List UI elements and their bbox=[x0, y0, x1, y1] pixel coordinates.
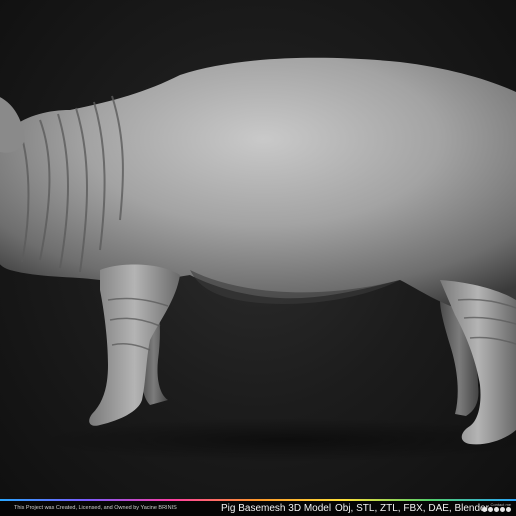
ground-shadow bbox=[40, 418, 516, 462]
behance-icon[interactable] bbox=[488, 507, 493, 512]
instagram-icon[interactable] bbox=[482, 507, 487, 512]
file-formats: Obj, STL, ZTL, FBX, DAE, Blender bbox=[335, 503, 489, 514]
footer-color-stripe bbox=[0, 499, 516, 501]
social-links: Contact me bbox=[477, 502, 511, 515]
render-canvas: This Project was Created, Licensed, and … bbox=[0, 0, 516, 516]
artstation-icon[interactable] bbox=[494, 507, 499, 512]
footer-bar: This Project was Created, Licensed, and … bbox=[0, 499, 516, 516]
youtube-icon[interactable] bbox=[506, 507, 511, 512]
facebook-icon[interactable] bbox=[500, 507, 505, 512]
pig-ear bbox=[0, 97, 25, 153]
social-icons-row bbox=[482, 507, 511, 512]
credit-text: This Project was Created, Licensed, and … bbox=[14, 505, 177, 511]
pig-sculpt-render bbox=[0, 57, 516, 462]
pig-body bbox=[0, 57, 516, 313]
model-title: Pig Basemesh 3D Model bbox=[221, 503, 332, 514]
